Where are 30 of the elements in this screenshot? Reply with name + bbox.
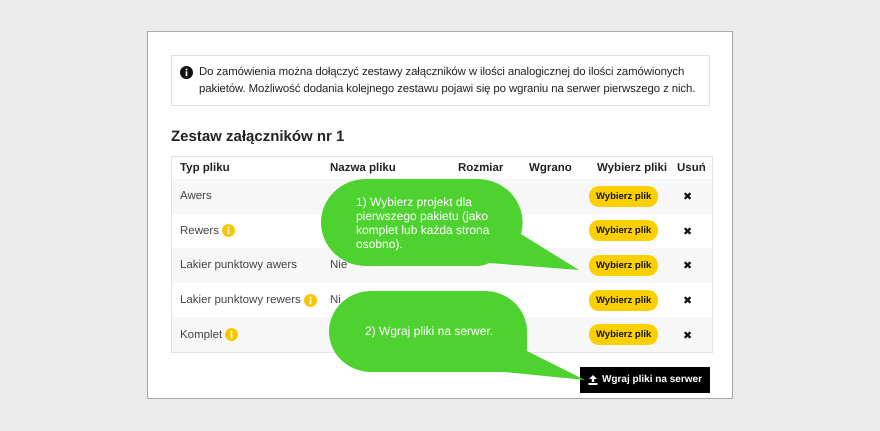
choose-file-button[interactable]: Wybierz plik — [589, 186, 658, 207]
remove-icon[interactable]: ✖ — [669, 330, 692, 342]
table-cell: Nie — [330, 259, 348, 272]
choose-file-button[interactable]: Wybierz plik — [589, 324, 658, 346]
choose-file-button[interactable]: Wybierz plik — [589, 254, 658, 276]
table-cell: Lakier punktowy rewers — [180, 294, 301, 306]
table-cell: Rewers — [180, 224, 219, 237]
info-icon — [180, 66, 193, 79]
column-header: Rozmiar — [457, 162, 504, 174]
callout-text: 1) Wybierz projekt dla pierwszego pakietu (jako komplet lub każda strona osobno). — [356, 195, 490, 251]
callout-text: 2) Wgraj pliki na serwer. — [365, 324, 494, 338]
remove-icon[interactable]: ✖ — [669, 191, 692, 204]
remove-icon[interactable]: ✖ — [669, 295, 692, 308]
table-cell: Lakier punktowy awers — [180, 259, 297, 272]
notice-text: Do zamówienia można dołączyć zestawy załączników w ilości analogicznej do ilości zamówionych pakietów. Możliwość dodania kolejnego zestawu pojawi się po wgraniu na serwer pierwszego z nich. — [199, 65, 696, 97]
table-cell: Komplet — [180, 328, 222, 341]
column-header: Typ pliku — [179, 162, 231, 174]
choose-file-button[interactable]: Wybierz plik — [589, 290, 658, 311]
column-header: Wgrano — [528, 162, 573, 174]
remove-icon[interactable]: ✖ — [669, 260, 692, 272]
upload-button[interactable]: Wgraj pliki na serwer — [580, 366, 710, 393]
section-title: Zestaw załączników nr 1 — [171, 128, 346, 145]
column-header: Nazwa pliku — [329, 162, 397, 174]
column-header: Usuń — [676, 162, 707, 174]
table-cell: Ni — [330, 294, 341, 306]
column-header: Wybierz pliki — [596, 162, 668, 174]
remove-icon[interactable]: ✖ — [669, 226, 692, 238]
table-cell: Awers — [180, 190, 212, 202]
upload-icon — [588, 374, 598, 385]
choose-file-button[interactable]: Wybierz plik — [589, 220, 658, 242]
